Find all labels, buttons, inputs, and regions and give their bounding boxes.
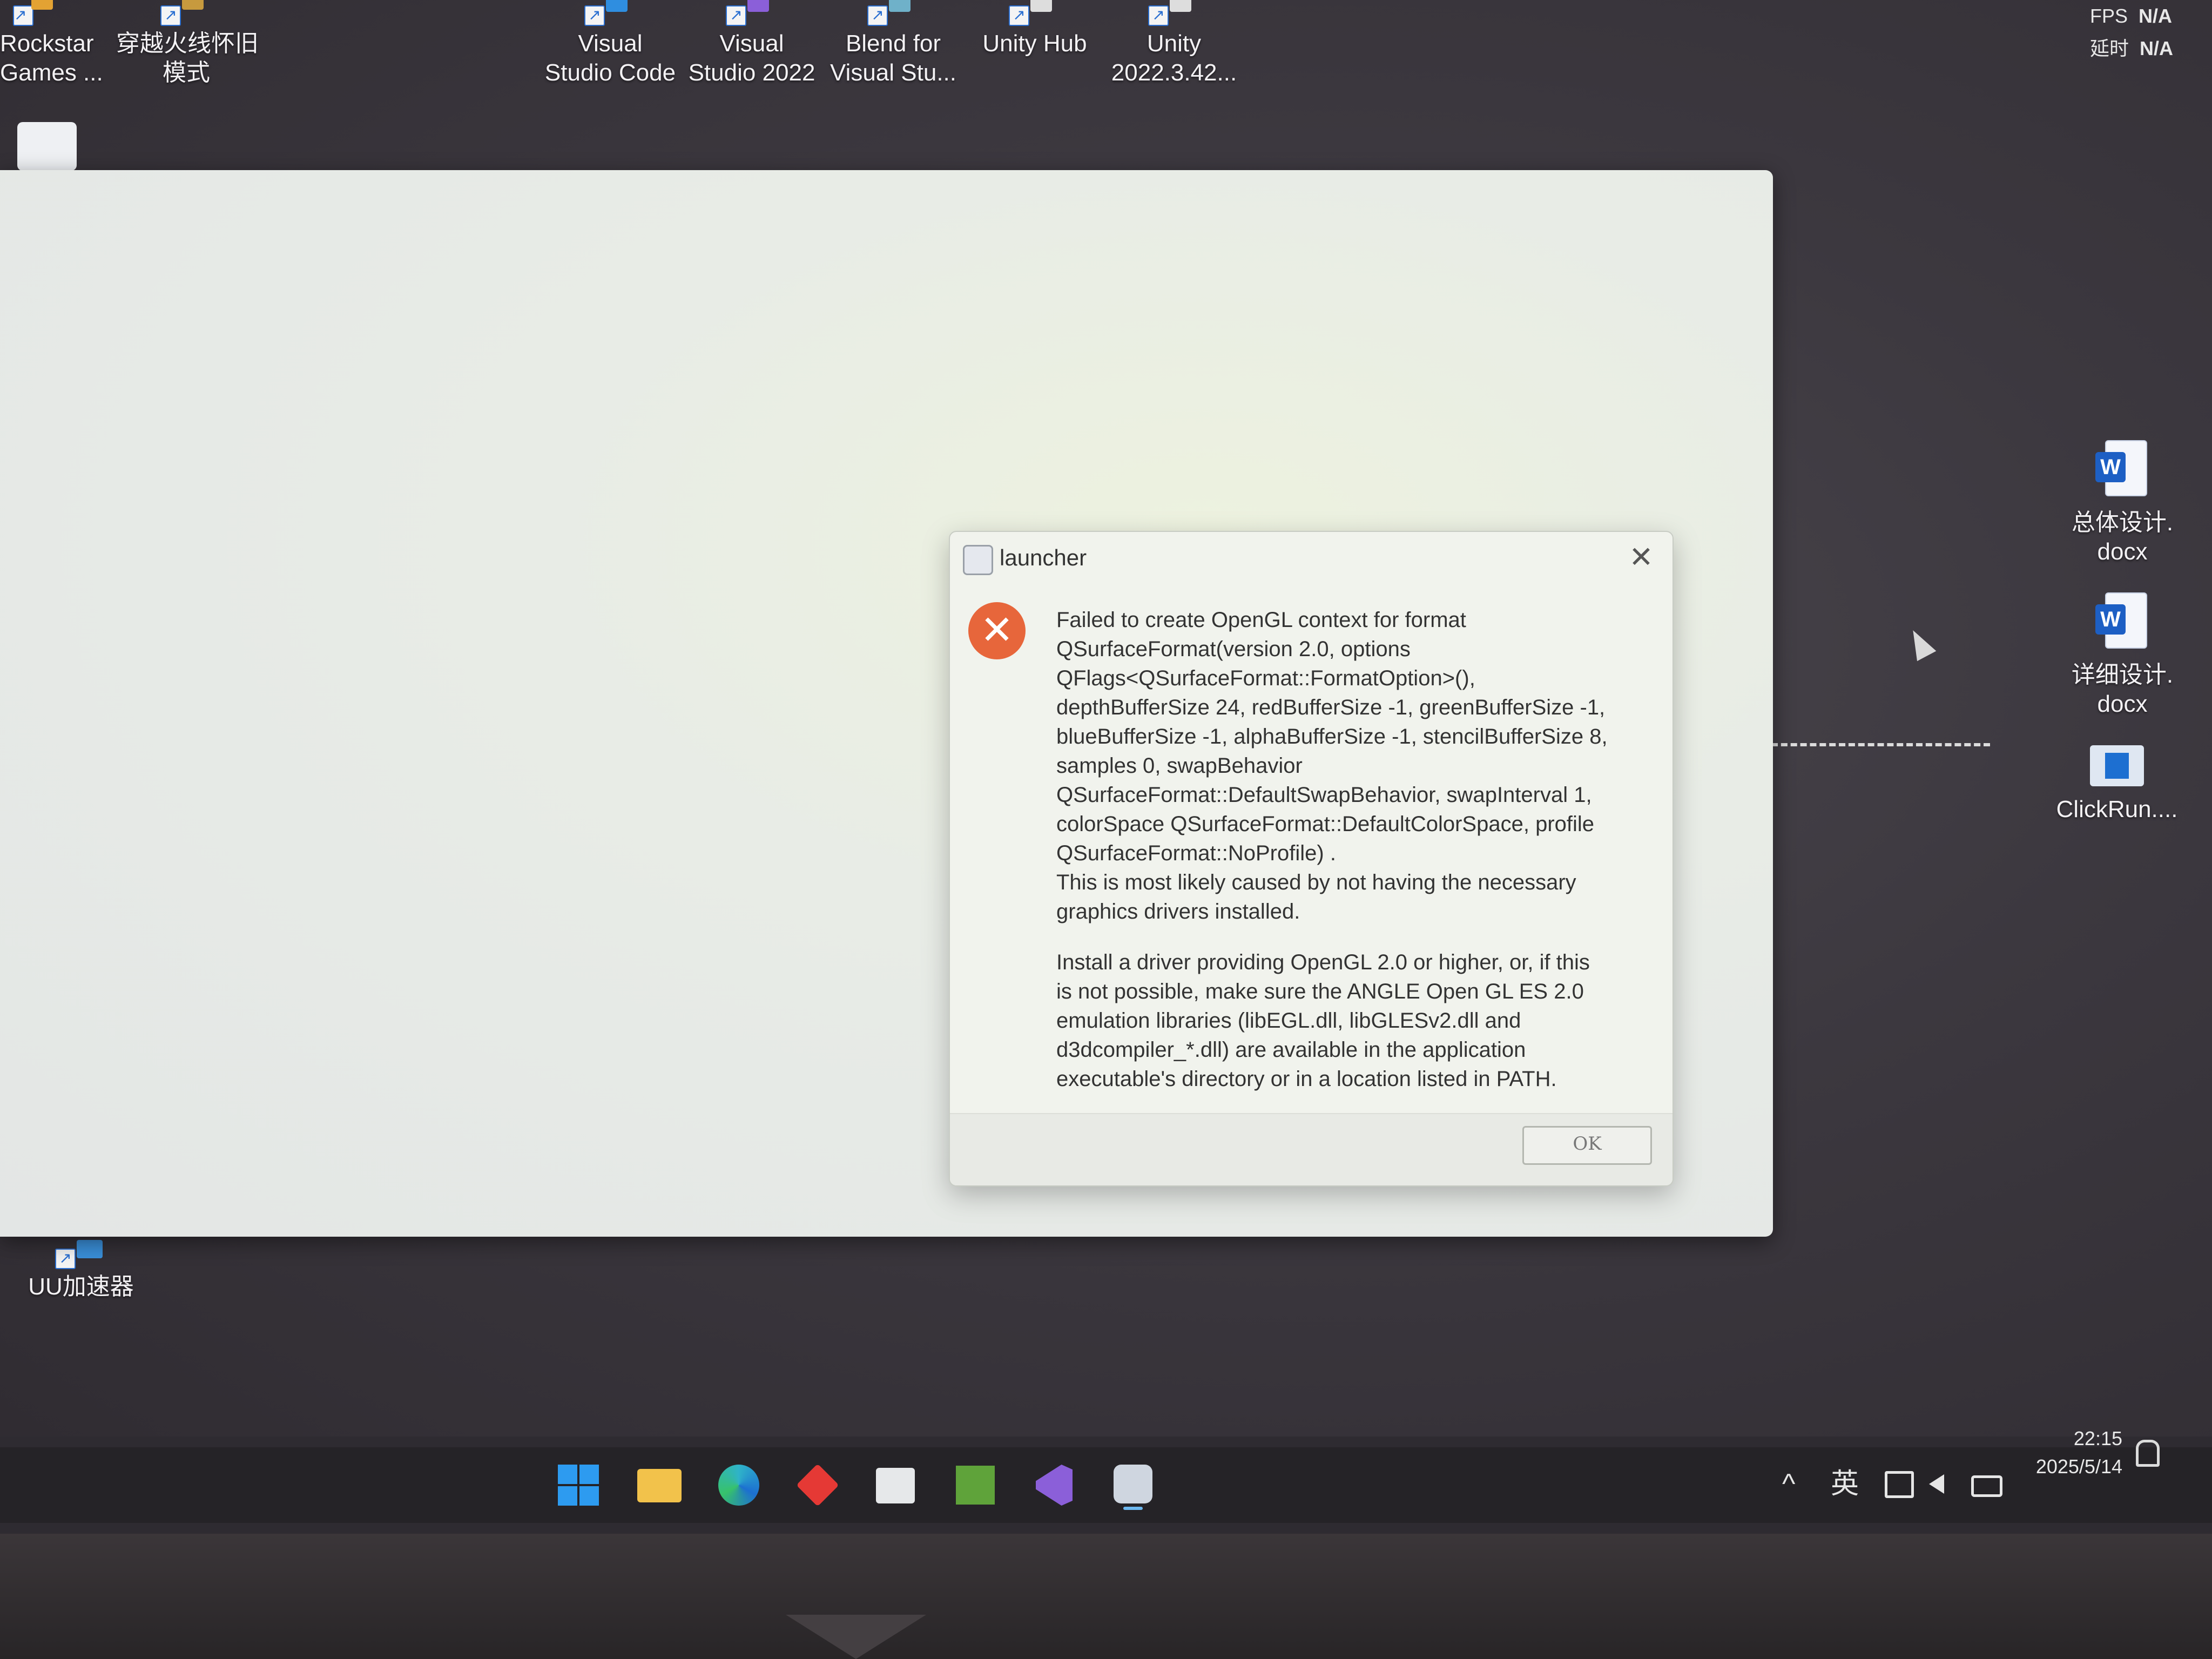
unity-icon: ↗ xyxy=(1148,0,1200,26)
rockstar-icon: ↗ xyxy=(13,0,65,26)
taskbar-edge[interactable] xyxy=(713,1459,765,1511)
desktop-icon-label: Unity 2022.3.42... xyxy=(1111,30,1237,86)
launcher-app-icon xyxy=(963,545,993,575)
vscode-icon: ↗ xyxy=(584,0,636,26)
red-diamond-icon xyxy=(796,1464,839,1507)
clock-date: 2025/5/14 xyxy=(2035,1455,2122,1478)
close-icon: ✕ xyxy=(1629,541,1654,574)
clock-time: 22:15 xyxy=(2073,1427,2122,1449)
desktop-icon-label: Blend for Visual Stu... xyxy=(830,30,956,86)
monitor-bezel xyxy=(0,1534,2212,1659)
shortcut-arrow-icon: ↗ xyxy=(1148,5,1169,26)
uu-accelerator-icon: ↗ xyxy=(55,1237,107,1269)
desktop-icon-rockstar[interactable]: ↗ Rockstar Games ... xyxy=(0,0,108,87)
desktop-icon-partial[interactable] xyxy=(17,122,77,171)
error-icon: ✕ xyxy=(968,602,1026,659)
word-doc-icon: W xyxy=(2095,592,2149,657)
dashed-line xyxy=(1771,743,1990,746)
shortcut-arrow-icon: ↗ xyxy=(160,5,181,26)
desktop-icon-label: Visual Studio Code xyxy=(544,30,676,86)
close-button[interactable]: ✕ xyxy=(1623,539,1660,576)
desktop-icon-detailed-design-doc[interactable]: W 详细设计. docx xyxy=(2058,592,2187,719)
notification-icon[interactable] xyxy=(2136,1440,2160,1467)
clickrun-icon xyxy=(2090,745,2144,792)
blend-icon: ↗ xyxy=(867,0,919,26)
monitor-logo-icon xyxy=(786,1615,926,1659)
desktop-icon-label: ClickRun.... xyxy=(2056,796,2178,822)
shortcut-arrow-icon: ↗ xyxy=(13,5,33,26)
error-message-detail: Failed to create OpenGL context for form… xyxy=(1056,608,1608,923)
desktop-icon-clickrun[interactable]: ClickRun.... xyxy=(2052,745,2182,824)
launcher-app-icon xyxy=(1114,1465,1152,1503)
error-dialog: launcher ✕ ✕ Failed to create OpenGL con… xyxy=(949,531,1674,1186)
word-doc-icon: W xyxy=(2095,440,2149,505)
visual-studio-icon: ↗ xyxy=(726,0,778,26)
desktop-icon-overall-design-doc[interactable]: W 总体设计. docx xyxy=(2058,440,2187,567)
error-message-hint: Install a driver providing OpenGL 2.0 or… xyxy=(1056,950,1590,1091)
taskbar-file-explorer[interactable] xyxy=(633,1459,685,1511)
dialog-footer: OK xyxy=(950,1113,1673,1185)
fps-value: N/A xyxy=(2139,5,2172,27)
taskbar-visual-studio[interactable] xyxy=(1028,1459,1080,1511)
desktop-icon-visual-studio[interactable]: ↗ Visual Studio 2022 xyxy=(682,0,822,87)
shortcut-arrow-icon: ↗ xyxy=(726,5,746,26)
folder-icon xyxy=(637,1469,682,1502)
visual-studio-icon xyxy=(1036,1465,1073,1506)
windows-logo-icon xyxy=(558,1465,599,1506)
unity-hub-icon: ↗ xyxy=(1009,0,1061,26)
desktop-icon-label: 穿越火线怀旧 模式 xyxy=(116,30,259,86)
mouse-cursor-icon xyxy=(1903,625,1937,662)
minecraft-icon xyxy=(956,1466,995,1505)
latency-value: N/A xyxy=(2140,37,2173,59)
desktop-icon-label: UU加速器 xyxy=(28,1273,134,1300)
volume-icon[interactable] xyxy=(1929,1474,1944,1494)
taskbar-launcher[interactable] xyxy=(1107,1459,1159,1511)
edge-icon xyxy=(718,1465,759,1506)
shortcut-arrow-icon: ↗ xyxy=(867,5,888,26)
ok-button[interactable]: OK xyxy=(1522,1126,1652,1165)
start-button[interactable] xyxy=(552,1459,604,1511)
taskbar-red-app[interactable] xyxy=(792,1459,844,1511)
fps-overlay: FPS N/A 延时 N/A xyxy=(2090,0,2173,65)
active-indicator xyxy=(1123,1507,1143,1510)
network-icon[interactable] xyxy=(1885,1471,1914,1498)
desktop-icon-blend[interactable]: ↗ Blend for Visual Stu... xyxy=(823,0,963,87)
desktop-icon-label: 总体设计. docx xyxy=(2071,509,2174,565)
shortcut-arrow-icon: ↗ xyxy=(55,1249,76,1269)
dialog-titlebar[interactable]: launcher ✕ xyxy=(950,532,1673,584)
tray-overflow-chevron-icon[interactable]: ^ xyxy=(1782,1468,1795,1500)
ime-indicator[interactable]: 英 xyxy=(1831,1468,1859,1500)
taskbar xyxy=(0,1447,2212,1523)
desktop-icon-uu-accelerator[interactable]: ↗ UU加速器 xyxy=(16,1237,146,1301)
shortcut-arrow-icon: ↗ xyxy=(1009,5,1029,26)
desktop-icon-label: Visual Studio 2022 xyxy=(688,30,815,86)
desktop-icon-unity[interactable]: ↗ Unity 2022.3.42... xyxy=(1104,0,1244,87)
taskbar-microsoft-store[interactable] xyxy=(869,1459,921,1511)
taskbar-clock[interactable]: 22:15 2025/5/14 xyxy=(2024,1425,2122,1481)
battery-icon[interactable] xyxy=(1971,1475,2002,1497)
latency-label: 延时 xyxy=(2089,37,2129,59)
desktop-icon-crossfire[interactable]: ↗ 穿越火线怀旧 模式 xyxy=(116,0,259,87)
desktop-icon-label: Rockstar Games ... xyxy=(0,30,103,86)
error-icon-glyph: ✕ xyxy=(980,608,1014,652)
crossfire-icon: ↗ xyxy=(160,0,212,26)
dialog-title: launcher xyxy=(1000,545,1087,570)
fps-label: FPS xyxy=(2089,5,2128,27)
desktop-icon-label: 详细设计. docx xyxy=(2071,662,2174,717)
desktop-icon-vscode[interactable]: ↗ Visual Studio Code xyxy=(540,0,680,87)
desktop-icon-label: Unity Hub xyxy=(982,30,1087,57)
taskbar-minecraft[interactable] xyxy=(949,1459,1001,1511)
store-icon xyxy=(876,1468,915,1503)
desktop-icon-unity-hub[interactable]: ↗ Unity Hub xyxy=(965,0,1105,58)
shortcut-arrow-icon: ↗ xyxy=(584,5,605,26)
